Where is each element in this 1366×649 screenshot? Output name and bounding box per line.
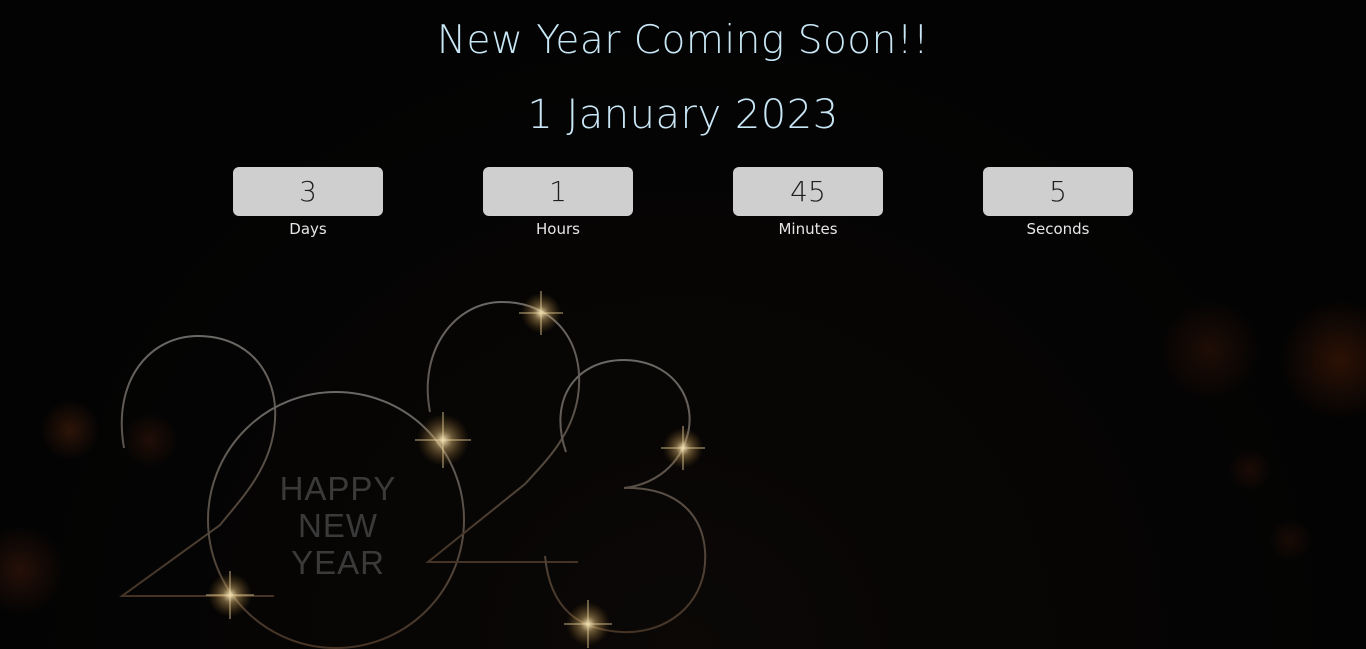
- days-value: 3: [233, 167, 383, 216]
- countdown-days: 3 Days: [233, 167, 383, 238]
- days-label: Days: [289, 220, 327, 238]
- greeting-line-new: NEW: [298, 507, 378, 544]
- greeting-line-year: YEAR: [291, 544, 385, 581]
- greeting-line-happy: HAPPY: [279, 470, 397, 507]
- countdown-seconds: 5 Seconds: [983, 167, 1133, 238]
- countdown-page: HAPPY NEW YEAR New Year Coming Soon!! 1 …: [0, 0, 1366, 649]
- hours-value: 1: [483, 167, 633, 216]
- seconds-value: 5: [983, 167, 1133, 216]
- seconds-label: Seconds: [1026, 220, 1090, 238]
- target-date: 1 January 2023: [527, 92, 839, 138]
- countdown-minutes: 45 Minutes: [733, 167, 883, 238]
- year-digit-2-first: [118, 334, 277, 597]
- minutes-value: 45: [733, 167, 883, 216]
- countdown-timer: 3 Days 1 Hours 45 Minutes 5 Seconds: [233, 167, 1133, 247]
- minutes-label: Minutes: [778, 220, 838, 238]
- page-title: New Year Coming Soon!!: [436, 18, 930, 63]
- countdown-hours: 1 Hours: [483, 167, 633, 238]
- happy-new-year-text: HAPPY NEW YEAR: [258, 470, 418, 581]
- year-digit-3: [544, 358, 707, 634]
- hours-label: Hours: [536, 220, 580, 238]
